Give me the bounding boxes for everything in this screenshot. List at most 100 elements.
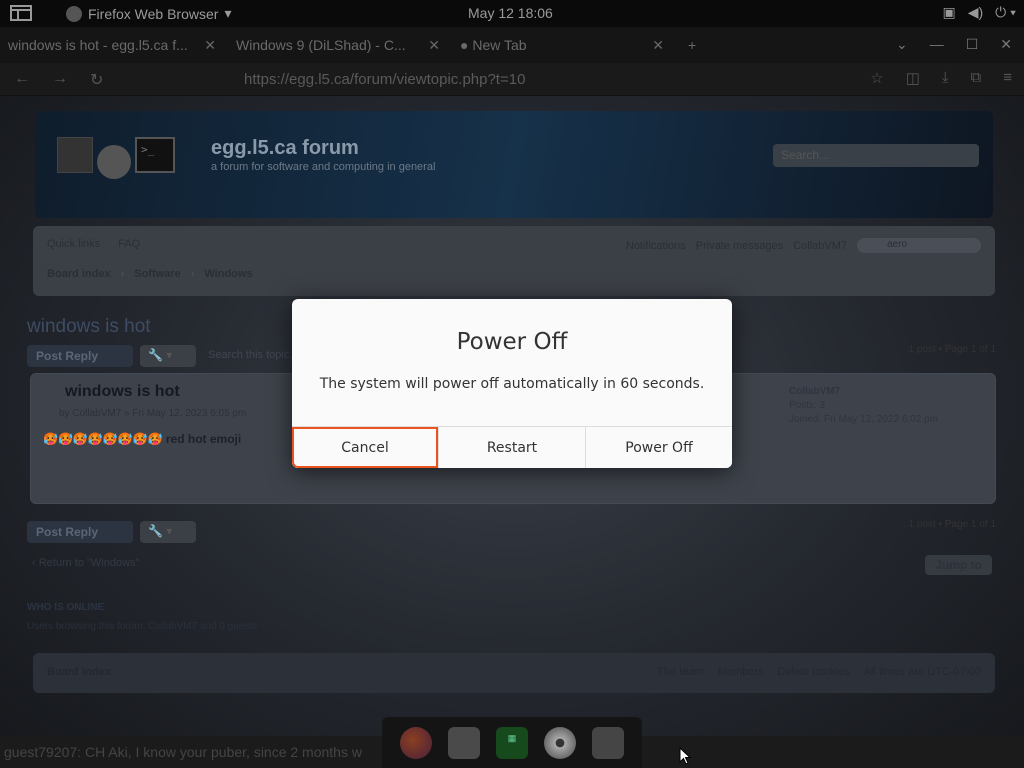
- forum-subtitle: a forum for software and computing in ge…: [211, 161, 436, 173]
- calculator-dock-icon[interactable]: ▦: [496, 726, 528, 759]
- forum-search-input[interactable]: Search...: [773, 144, 979, 167]
- faq-link[interactable]: FAQ: [118, 238, 140, 250]
- post-text: red hot emoji: [165, 432, 242, 446]
- chat-message: guest79207: CH Aki, I know your puber, s…: [4, 744, 362, 760]
- system-tray[interactable]: ▣ ◀) ⏻ ▾: [942, 4, 1016, 21]
- private-messages-link[interactable]: Private messages: [696, 240, 783, 252]
- breadcrumb-separator: ›: [120, 268, 125, 280]
- top-bar: Firefox Web Browser ▾ May 12 18:06 ▣ ◀) …: [0, 0, 1024, 27]
- firefox-icon: [66, 5, 82, 22]
- close-window-icon[interactable]: ✕: [1000, 36, 1012, 53]
- navigation-bar: ← → ↻ https://egg.l5.ca/forum/viewtopic.…: [0, 63, 1024, 96]
- notifications-link[interactable]: Notifications: [626, 240, 686, 252]
- close-icon[interactable]: ✕: [428, 37, 440, 54]
- trash-dock-icon[interactable]: [592, 726, 624, 759]
- power-icon: ⏻ ▾: [995, 4, 1016, 20]
- tab-new[interactable]: ● New Tab ✕: [452, 27, 670, 63]
- tab-strip: windows is hot - egg.l5.ca f... ✕ Window…: [0, 27, 1024, 63]
- forum-navbar: Quick links FAQ Notifications Private me…: [33, 226, 995, 296]
- users-browsing-text: Users browsing this forum: CollabVM7 and…: [27, 621, 258, 632]
- forward-icon[interactable]: →: [52, 70, 68, 90]
- footer-board-index[interactable]: Board index: [47, 666, 111, 678]
- post-body: 🥵🥵🥵🥵🥵🥵🥵🥵 red hot emoji: [43, 432, 241, 446]
- post-byline: by CollabVM7 » Fri May 12, 2023 6:05 pm: [59, 408, 247, 419]
- firefox-dock-icon[interactable]: [400, 726, 432, 759]
- forum-header: >_ egg.l5.ca forum a forum for software …: [35, 111, 993, 218]
- breadcrumb-board-index[interactable]: Board index: [47, 268, 111, 280]
- cancel-button[interactable]: Cancel: [292, 427, 438, 468]
- url-bar[interactable]: https://egg.l5.ca/forum/viewtopic.php?t=…: [186, 67, 806, 92]
- power-off-button[interactable]: Power Off: [585, 427, 732, 468]
- post-reply-button-bottom[interactable]: Post Reply: [27, 521, 133, 543]
- footer-team-link[interactable]: The team: [657, 666, 703, 678]
- activities-icon[interactable]: [10, 5, 32, 21]
- topic-title[interactable]: windows is hot: [27, 316, 151, 338]
- firefox-icon: ●: [460, 37, 469, 53]
- tab-windows9[interactable]: Windows 9 (DiLShad) - C... ✕: [228, 27, 446, 63]
- terminal-icon: >_: [135, 137, 175, 173]
- clock[interactable]: May 12 18:06: [468, 5, 553, 21]
- chevron-down-icon: ▾: [224, 5, 232, 21]
- breadcrumb: Board index › Software › Windows: [47, 268, 253, 280]
- dialog-buttons: Cancel Restart Power Off: [292, 426, 732, 468]
- close-icon[interactable]: ✕: [652, 37, 664, 54]
- breadcrumb-separator: ›: [190, 268, 195, 280]
- mouse-cursor-icon: [679, 747, 691, 765]
- disc-dock-icon[interactable]: [544, 726, 576, 759]
- forum-footer: Board index The team Members Delete cook…: [33, 653, 995, 693]
- volume-icon: ◀): [967, 4, 984, 20]
- window-controls: ⌄ — ☐ ✕: [896, 36, 1012, 53]
- author-posts: Posts: 3: [789, 400, 826, 411]
- footer-timezone: All times are UTC-07:00: [863, 666, 981, 678]
- search-topic-input[interactable]: Search this topic...: [200, 345, 307, 365]
- close-icon[interactable]: ✕: [204, 37, 216, 54]
- reload-icon[interactable]: ↻: [90, 70, 103, 90]
- list-tabs-icon[interactable]: ⌄: [896, 36, 908, 53]
- post-reply-button[interactable]: Post Reply: [27, 345, 133, 367]
- menu-icon[interactable]: ≡: [1003, 69, 1012, 87]
- download-icon[interactable]: ⤓: [942, 69, 949, 87]
- quick-links[interactable]: Quick links: [47, 238, 100, 250]
- return-link[interactable]: ‹ Return to "Windows": [32, 557, 139, 569]
- post-title[interactable]: windows is hot: [65, 383, 180, 401]
- back-icon[interactable]: ←: [14, 70, 30, 90]
- disc-icon: [97, 145, 131, 179]
- user-menu[interactable]: CollabVM7: [793, 240, 847, 252]
- page-info-bottom: 1 post • Page 1 of 1: [908, 519, 996, 530]
- forum-title[interactable]: egg.l5.ca forum: [211, 137, 359, 160]
- topic-tools-button-bottom[interactable]: 🔧 ▾: [140, 521, 196, 543]
- breadcrumb-windows[interactable]: Windows: [204, 268, 252, 280]
- tab-label: windows is hot - egg.l5.ca f...: [8, 37, 188, 53]
- new-tab-button[interactable]: +: [680, 27, 704, 63]
- footer-members-link[interactable]: Members: [718, 666, 764, 678]
- app-menu[interactable]: Firefox Web Browser ▾: [66, 5, 231, 22]
- author-name[interactable]: CollabVM7: [789, 385, 938, 399]
- url-text: https://egg.l5.ca/forum/viewtopic.php?t=…: [244, 71, 526, 88]
- style-select[interactable]: aero: [857, 238, 981, 253]
- power-off-dialog: Power Off The system will power off auto…: [292, 299, 732, 468]
- jump-to-button[interactable]: Jump to: [925, 555, 992, 575]
- forum-logo[interactable]: >_: [57, 137, 175, 179]
- tab-label: Windows 9 (DiLShad) - C...: [236, 37, 406, 53]
- page-info: 1 post • Page 1 of 1: [908, 344, 996, 355]
- maximize-icon[interactable]: ☐: [966, 36, 979, 53]
- dock: ▦: [382, 717, 642, 768]
- topic-tools-button[interactable]: 🔧 ▾: [140, 345, 196, 367]
- tab-label: New Tab: [472, 37, 527, 53]
- tab-forum[interactable]: windows is hot - egg.l5.ca f... ✕: [0, 27, 222, 63]
- files-dock-icon[interactable]: [448, 726, 480, 759]
- pocket-icon[interactable]: ◫: [906, 69, 920, 87]
- screen-icon: ▣: [942, 4, 956, 20]
- post-author-panel: CollabVM7 Posts: 3 Joined: Fri May 12, 2…: [789, 385, 938, 427]
- bookmark-star-icon[interactable]: ☆: [870, 69, 883, 87]
- footer-delete-cookies-link[interactable]: Delete cookies: [777, 666, 849, 678]
- computer-icon: [57, 137, 93, 173]
- author-joined: Joined: Fri May 12, 2023 6:02 pm: [789, 414, 938, 425]
- app-name: Firefox Web Browser: [88, 5, 219, 22]
- post-emoji: 🥵🥵🥵🥵🥵🥵🥵🥵: [43, 432, 163, 446]
- who-is-online-heading: WHO IS ONLINE: [27, 602, 105, 613]
- breadcrumb-software[interactable]: Software: [134, 268, 180, 280]
- extensions-icon[interactable]: ⧉: [971, 69, 982, 87]
- restart-button[interactable]: Restart: [438, 427, 585, 468]
- minimize-icon[interactable]: —: [930, 36, 944, 53]
